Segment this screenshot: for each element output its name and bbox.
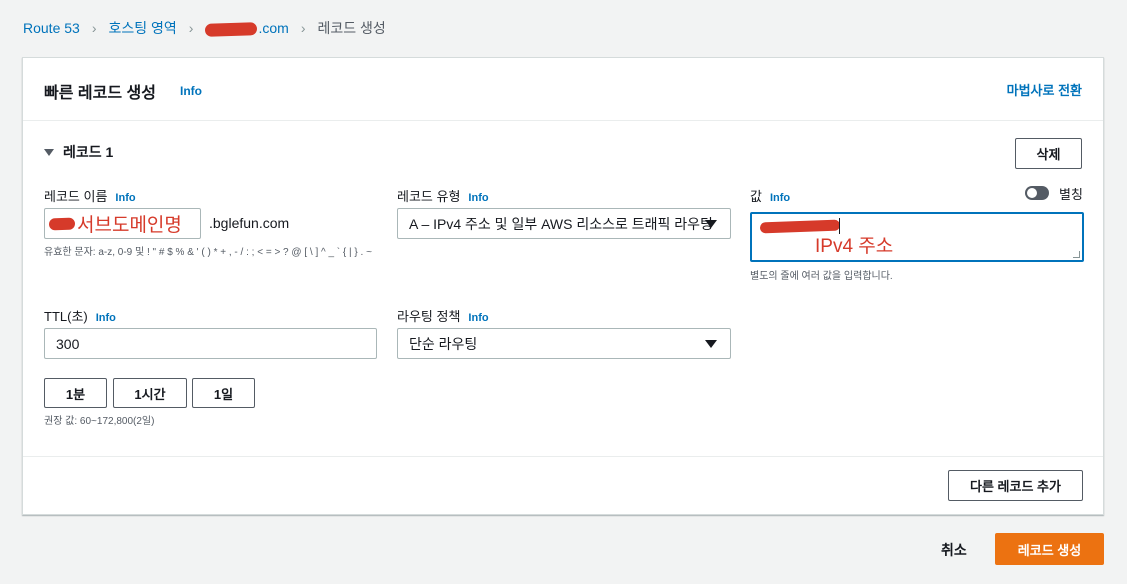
routing-policy-select[interactable]: 단순 라우팅 [397, 328, 731, 359]
ttl-hint: 권장 값: 60~172,800(2일) [44, 416, 155, 427]
routing-policy-value: 단순 라우팅 [409, 335, 478, 352]
value-label: 값 Info [750, 186, 790, 205]
record-type-label-text: 레코드 유형 [397, 189, 461, 204]
ttl-label-text: TTL(초) [44, 309, 88, 324]
panel-info-link[interactable]: Info [180, 84, 202, 98]
record-name-info-link[interactable]: Info [115, 192, 135, 204]
ttl-1-minute-button[interactable]: 1분 [44, 378, 107, 408]
delete-record-button[interactable]: 삭제 [1015, 138, 1082, 169]
breadcrumb-hosted-zones[interactable]: 호스팅 영역 [109, 18, 177, 38]
value-label-text: 값 [750, 189, 762, 204]
chevron-right-icon: › [188, 20, 194, 36]
record-section-toggle[interactable]: 레코드 1 [44, 142, 113, 162]
breadcrumb-route53[interactable]: Route 53 [23, 20, 80, 36]
record-section-label: 레코드 1 [63, 144, 114, 160]
breadcrumb-create-record: 레코드 생성 [317, 20, 386, 36]
breadcrumb-domain-label: .com [258, 20, 289, 36]
value-hint: 별도의 줄에 여러 값을 입력합니다. [750, 271, 893, 282]
chevron-right-icon: › [300, 20, 306, 36]
ttl-1-hour-button[interactable]: 1시간 [113, 378, 187, 408]
routing-policy-info-link[interactable]: Info [468, 312, 488, 324]
routing-policy-label-text: 라우팅 정책 [397, 309, 461, 324]
ipv4-annotation: IPv4 주소 [815, 236, 894, 257]
ttl-input[interactable]: 300 [44, 328, 377, 359]
quick-create-panel: 빠른 레코드 생성 Info 마법사로 전환 레코드 1 삭제 레코드 이름 In… [22, 57, 1104, 515]
domain-suffix: .bglefun.com [209, 215, 290, 231]
alias-toggle[interactable] [1025, 186, 1049, 200]
record-type-info-link[interactable]: Info [468, 192, 488, 204]
caret-down-icon [705, 219, 717, 228]
breadcrumb-domain[interactable]: .com [205, 20, 289, 37]
record-name-label-text: 레코드 이름 [44, 189, 108, 204]
panel-title: 빠른 레코드 생성 [44, 85, 156, 102]
add-another-record-button[interactable]: 다른 레코드 추가 [948, 470, 1083, 501]
redaction-mark [205, 21, 258, 37]
create-records-button[interactable]: 레코드 생성 [995, 533, 1104, 565]
chevron-right-icon: › [91, 20, 97, 36]
ttl-info-link[interactable]: Info [96, 312, 116, 324]
redaction-mark [48, 217, 76, 230]
ttl-value: 300 [56, 335, 80, 352]
value-textarea[interactable]: IPv4 주소 [750, 212, 1084, 262]
caret-down-icon [44, 148, 54, 156]
switch-to-wizard-link[interactable]: 마법사로 전환 [1007, 80, 1082, 99]
alias-label: 별칭 [1059, 187, 1083, 202]
record-name-hint: 유효한 문자: a-z, 0-9 및 ! " # $ % & ' ( ) * +… [44, 247, 372, 258]
routing-policy-label: 라우팅 정책 Info [397, 306, 489, 325]
record-type-label: 레코드 유형 Info [397, 186, 489, 205]
cancel-button[interactable]: 취소 [941, 540, 967, 560]
resize-handle-icon[interactable] [1073, 251, 1080, 258]
ttl-label: TTL(초) Info [44, 306, 116, 325]
value-info-link[interactable]: Info [770, 192, 790, 204]
breadcrumb: Route 53 › 호스팅 영역 › .com › 레코드 생성 [23, 19, 386, 37]
record-name-input[interactable]: 서브도메인명 [44, 208, 201, 239]
divider [23, 456, 1103, 457]
ttl-1-day-button[interactable]: 1일 [192, 378, 255, 408]
toggle-knob [1027, 188, 1037, 198]
panel-header: 빠른 레코드 생성 Info 마법사로 전환 [23, 58, 1103, 121]
record-type-value: A – IPv4 주소 및 일부 AWS 리소스로 트래픽 라우팅 [409, 215, 713, 232]
record-type-select[interactable]: A – IPv4 주소 및 일부 AWS 리소스로 트래픽 라우팅 [397, 208, 731, 239]
subdomain-annotation: 서브도메인명 [77, 215, 182, 236]
record-name-label: 레코드 이름 Info [44, 186, 136, 205]
caret-down-icon [705, 339, 717, 348]
